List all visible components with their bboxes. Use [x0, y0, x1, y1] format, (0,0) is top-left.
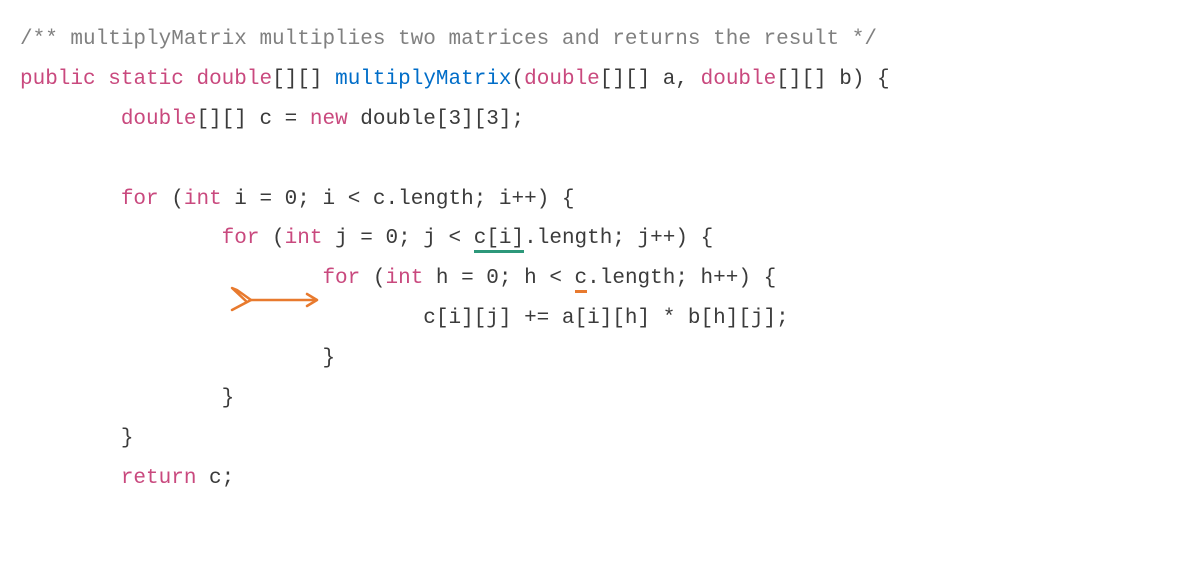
indent	[20, 387, 222, 410]
brackets: [][]	[272, 68, 335, 91]
indent	[20, 227, 222, 250]
for-h-rest1: (	[360, 267, 385, 290]
computation: c[i][j] += a[i][h] * b[h][j];	[423, 307, 788, 330]
keyword-new: new	[310, 108, 348, 131]
keyword-int-h: int	[385, 267, 423, 290]
keyword-for-h: for	[322, 267, 360, 290]
decl-rest1: [][] c =	[196, 108, 309, 131]
param-2-rest: [][] b) {	[776, 68, 889, 91]
param-type-1: double	[524, 68, 600, 91]
underline-c: c	[575, 267, 588, 293]
for-j-rest1: (	[259, 227, 284, 250]
decl-type: double	[121, 108, 197, 131]
underline-ci: c[i]	[474, 227, 524, 253]
keyword-int-i: int	[184, 188, 222, 211]
lparen: (	[512, 68, 525, 91]
indent	[20, 467, 121, 490]
indent	[20, 188, 121, 211]
for-h-rest3: .length; h++) {	[587, 267, 776, 290]
for-h-rest2: h = 0; h <	[423, 267, 574, 290]
param-1: [][] a,	[600, 68, 701, 91]
keyword-static: static	[108, 68, 184, 91]
param-type-2: double	[701, 68, 777, 91]
doc-comment: /** multiplyMatrix multiplies two matric…	[20, 28, 877, 51]
indent	[20, 267, 322, 290]
return-rest: c;	[196, 467, 234, 490]
return-type: double	[196, 68, 272, 91]
keyword-int-j: int	[285, 227, 323, 250]
for-j-rest3: .length; j++) {	[524, 227, 713, 250]
close-brace-h: }	[322, 347, 335, 370]
for-i-rest1: (	[159, 188, 184, 211]
indent	[20, 108, 121, 131]
indent	[20, 427, 121, 450]
for-j-rest2: j = 0; j <	[322, 227, 473, 250]
indent	[20, 307, 423, 330]
keyword-for-i: for	[121, 188, 159, 211]
keyword-public: public	[20, 68, 96, 91]
code-block: /** multiplyMatrix multiplies two matric…	[20, 20, 1180, 499]
close-brace-i: }	[121, 427, 134, 450]
for-i-rest2: i = 0; i < c.length; i++) {	[222, 188, 575, 211]
keyword-return: return	[121, 467, 197, 490]
decl-rest2: double[3][3];	[348, 108, 524, 131]
keyword-for-j: for	[222, 227, 260, 250]
method-name: multiplyMatrix	[335, 68, 511, 91]
close-brace-j: }	[222, 387, 235, 410]
indent	[20, 347, 322, 370]
